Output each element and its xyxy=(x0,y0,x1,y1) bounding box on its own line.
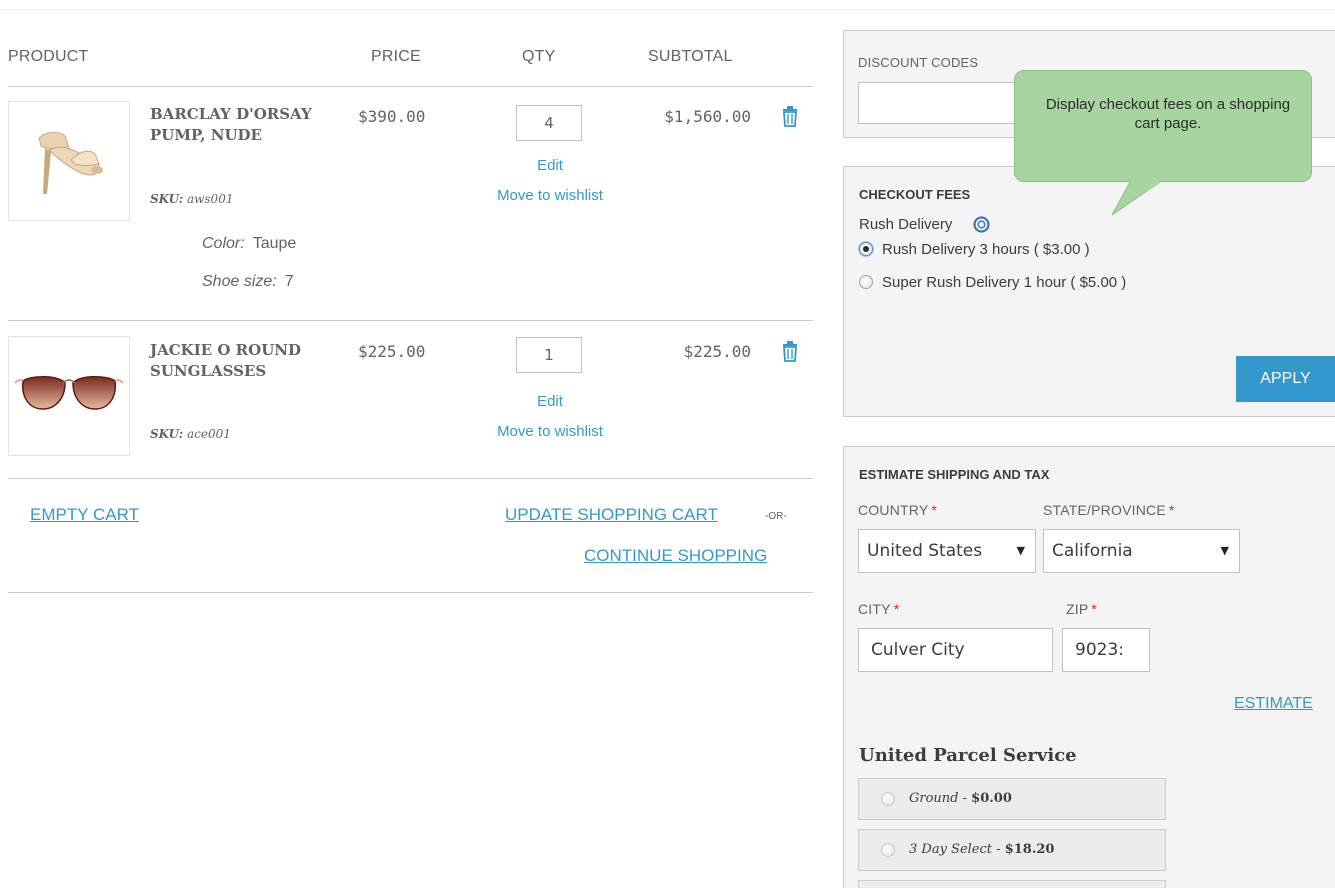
3day-radio[interactable] xyxy=(881,843,895,857)
state-value: California xyxy=(1052,541,1133,561)
qty-input[interactable] xyxy=(516,337,582,373)
move-to-wishlist-link[interactable]: Move to wishlist xyxy=(470,423,630,440)
state-label: STATE/PROVINCE * xyxy=(1043,502,1175,518)
estimate-link[interactable]: ESTIMATE xyxy=(1234,695,1313,713)
edit-link[interactable]: Edit xyxy=(470,393,630,410)
rush-3h-radio[interactable] xyxy=(859,242,873,256)
product-thumbnail-sunglasses[interactable] xyxy=(8,336,130,456)
item-subtotal: $1,560.00 xyxy=(664,107,751,126)
city-label: CITY * xyxy=(858,601,900,617)
continue-shopping-link[interactable]: CONTINUE SHOPPING xyxy=(584,546,767,566)
sku-value: ace001 xyxy=(186,427,231,441)
item-price: $390.00 xyxy=(358,107,426,126)
city-input[interactable]: Culver City xyxy=(858,628,1053,672)
product-thumbnail-pump[interactable] xyxy=(8,101,130,221)
sunglasses-image xyxy=(14,376,124,410)
sku-label: SKU: xyxy=(150,192,184,206)
header-qty: QTY xyxy=(522,48,556,65)
product-sku: SKU: ace001 xyxy=(150,427,231,441)
trash-icon[interactable] xyxy=(780,105,800,127)
move-to-wishlist-link[interactable]: Move to wishlist xyxy=(470,187,630,204)
option-value: Taupe xyxy=(252,235,297,252)
header-divider xyxy=(8,86,813,87)
option-value: 7 xyxy=(284,273,294,290)
sku-value: aws001 xyxy=(186,192,234,206)
product-sku: SKU: aws001 xyxy=(150,192,233,206)
fee-group-label: Rush Delivery xyxy=(859,216,953,233)
update-cart-link[interactable]: UPDATE SHOPPING CART xyxy=(505,505,718,525)
header-subtotal: SUBTOTAL xyxy=(648,48,733,65)
or-separator: -OR- xyxy=(765,511,787,522)
product-name[interactable]: JACKIE O ROUND SUNGLASSES xyxy=(150,340,340,382)
shipping-method-ground[interactable]: Ground - $0.00 xyxy=(858,778,1166,820)
help-icon[interactable] xyxy=(973,216,990,233)
header-product: PRODUCT xyxy=(8,48,89,65)
shipping-title: ESTIMATE SHIPPING AND TAX xyxy=(859,467,1050,482)
nude-pump-image xyxy=(38,131,103,194)
header-price: PRICE xyxy=(371,48,421,65)
rush-3h-label[interactable]: Rush Delivery 3 hours ( $3.00 ) xyxy=(882,241,1090,258)
shipping-method-partial[interactable] xyxy=(858,880,1166,888)
option-label: Color: xyxy=(202,235,245,252)
product-option-color: Color: Taupe xyxy=(202,235,296,253)
chevron-down-icon: ▼ xyxy=(1220,544,1229,557)
country-label: COUNTRY * xyxy=(858,502,938,518)
tooltip-pointer xyxy=(1111,181,1161,216)
product-name[interactable]: BARCLAY D'ORSAY PUMP, NUDE xyxy=(150,104,340,146)
state-select[interactable]: California ▼ xyxy=(1043,529,1240,573)
ground-radio[interactable] xyxy=(881,792,895,806)
chevron-down-icon: ▼ xyxy=(1016,544,1025,557)
super-rush-1h-label[interactable]: Super Rush Delivery 1 hour ( $5.00 ) xyxy=(882,274,1126,291)
empty-cart-link[interactable]: EMPTY CART xyxy=(30,505,139,525)
row-divider xyxy=(8,320,813,321)
carrier-name: United Parcel Service xyxy=(859,745,1077,766)
top-divider xyxy=(0,9,1335,10)
qty-input[interactable] xyxy=(516,105,582,141)
shipping-method-3day[interactable]: 3 Day Select - $18.20 xyxy=(858,829,1166,871)
item-price: $225.00 xyxy=(358,342,426,361)
zip-input[interactable]: 9023: xyxy=(1062,628,1150,672)
3day-label: 3 Day Select - $18.20 xyxy=(909,842,1055,857)
apply-button[interactable]: APPLY xyxy=(1236,356,1335,402)
item-subtotal: $225.00 xyxy=(683,342,751,361)
checkout-fees-tooltip: Display checkout fees on a shopping cart… xyxy=(1014,70,1312,182)
discount-title: DISCOUNT CODES xyxy=(858,55,979,70)
row-divider xyxy=(8,478,813,479)
country-select[interactable]: United States ▼ xyxy=(858,529,1036,573)
ground-label: Ground - $0.00 xyxy=(909,791,1012,806)
zip-label: ZIP * xyxy=(1066,601,1098,617)
trash-icon[interactable] xyxy=(780,340,800,362)
cart-bottom-divider xyxy=(8,592,813,593)
option-label: Shoe size: xyxy=(202,273,277,290)
product-option-shoe-size: Shoe size: 7 xyxy=(202,273,294,291)
sku-label: SKU: xyxy=(150,427,184,441)
super-rush-1h-radio[interactable] xyxy=(859,275,873,289)
edit-link[interactable]: Edit xyxy=(470,157,630,174)
country-value: United States xyxy=(867,541,983,561)
checkout-fees-title: CHECKOUT FEES xyxy=(859,187,971,202)
